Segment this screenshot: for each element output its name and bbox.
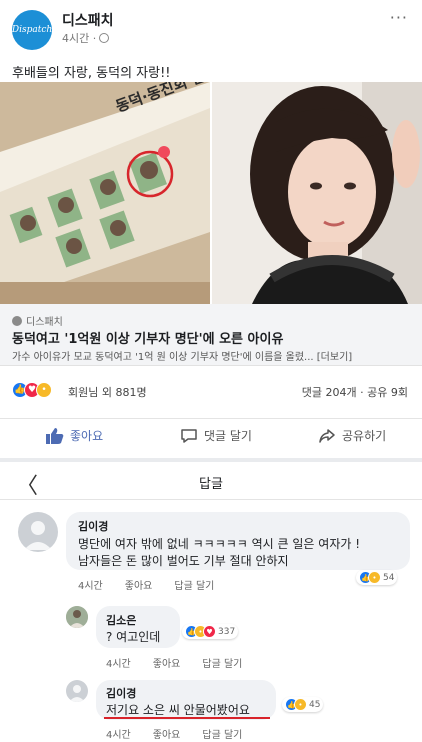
reply-title: 답글 [199,477,223,492]
comment-icon [181,428,197,443]
comment-author[interactable]: 김이경 [78,518,108,534]
comment-reply-link[interactable]: 답글 달기 [202,726,242,741]
comment-meta: 4시간 좋아요 답글 달기 [106,655,242,670]
default-avatar-icon [24,521,52,550]
comment-like-link[interactable]: 좋아요 [153,726,181,741]
comment-text-line-2: 남자들은 돈 많이 벌어도 기부 절대 안하지 [78,554,289,568]
comment-like-link[interactable]: 좋아요 [153,655,181,670]
like-button[interactable]: 좋아요 [46,427,103,444]
share-icon [319,428,335,443]
thumbs-up-icon [46,427,64,444]
post-time: 4시간 · [62,32,97,45]
comment-reply-link[interactable]: 답글 달기 [174,577,214,592]
action-bar: 좋아요 댓글 달기 공유하기 [0,418,422,454]
share-label: 공유하기 [342,429,387,443]
red-underline [104,717,270,719]
wow-icon: • [36,382,52,398]
link-preview-image[interactable]: 동덕·동진회 발전기금 [0,82,422,304]
commenter-avatar[interactable] [18,512,58,552]
portrait-illustration [212,82,422,304]
like-label: 좋아요 [70,429,104,443]
comment-reactions[interactable]: 👍 • 54 [356,570,398,585]
reaction-count: 45 [309,699,321,710]
commenter-avatar[interactable] [66,606,88,628]
profile-photo-icon [66,606,88,628]
comment-reactions[interactable]: 👍 • 45 [282,697,324,712]
comment-text-line-1: 명단에 여자 밖에 없네 ㅋㅋㅋㅋㅋ 역시 큰 일은 여자가 ! [78,537,361,551]
comment-time: 4시간 [106,730,131,741]
engagement-count[interactable]: 댓글 204개 · 공유 9회 [302,384,408,400]
link-source-name: 디스패치 [26,317,63,328]
post-header: Dispatch 디스패치 4시간 · ··· [0,0,422,56]
comment-time: 4시간 [78,581,103,592]
avatar-logo-text: Dispatch [12,25,52,35]
page-name[interactable]: 디스패치 [62,10,114,30]
comment-meta: 4시간 좋아요 답글 달기 [78,577,214,592]
link-description: 가수 아이유가 모교 동덕여고 '1억 원 이상 기부자 명단'에 이름을 올렸… [12,352,353,363]
reaction-row: 👍 ♥ • 회원님 외 881명 댓글 204개 · 공유 9회 [0,374,422,408]
reaction-icons[interactable]: 👍 ♥ • [12,382,52,398]
comment-text-line-1: 저기요 소은 씨 안물어봤어요 [106,703,250,717]
comment-reactions[interactable]: 👍 • ♥ 337 [182,624,239,639]
post-text: 후배들의 자랑, 동덕의 자랑!! [12,66,171,81]
commenter-avatar[interactable] [66,680,88,702]
comment-time: 4시간 [106,659,131,670]
link-title[interactable]: 동덕여고 '1억원 이상 기부자 명단'에 오른 아이유 [12,328,283,347]
donor-board-illustration: 동덕·동진회 발전기금 [0,82,210,304]
default-avatar-icon [69,685,85,702]
reaction-count: 54 [383,572,395,583]
haha-icon: • [294,698,307,711]
link-info-box[interactable]: 디스패치 동덕여고 '1억원 이상 기부자 명단'에 오른 아이유 가수 아이유… [0,304,422,366]
comment-author[interactable]: 김이경 [106,685,136,701]
reaction-summary[interactable]: 회원님 외 881명 [68,384,147,400]
share-button[interactable]: 공유하기 [318,427,386,444]
reply-header: 〈 답글 [0,462,422,500]
comment-text-line-1: ? 여고인데 [106,630,161,644]
post-meta: 4시간 · [62,30,110,46]
comment-like-link[interactable]: 좋아요 [125,577,153,592]
haha-icon: • [368,571,381,584]
donor-board-photo: 동덕·동진회 발전기금 [0,82,210,304]
comment-button[interactable]: 댓글 달기 [180,427,252,444]
love-icon: ♥ [203,625,216,638]
comment-author[interactable]: 김소은 [106,612,136,628]
comment-meta: 4시간 좋아요 답글 달기 [106,726,242,741]
source-icon [12,315,22,326]
comment-label: 댓글 달기 [204,429,252,443]
link-source: 디스패치 [12,313,63,328]
more-options-icon[interactable]: ··· [390,8,408,27]
comment-reply-link[interactable]: 답글 달기 [202,655,242,670]
portrait-photo [212,82,422,304]
reaction-count: 337 [218,626,236,637]
page-avatar[interactable]: Dispatch [12,10,52,50]
globe-icon [99,33,110,43]
